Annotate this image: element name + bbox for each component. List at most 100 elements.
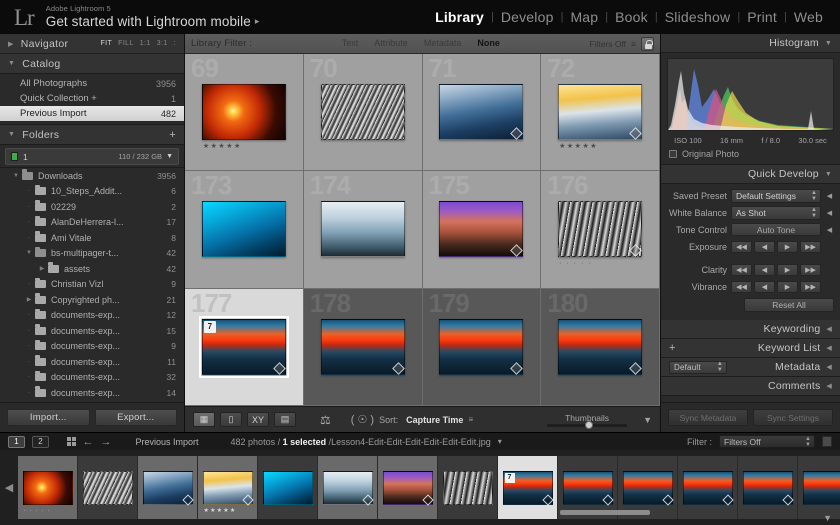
thumbnail-wrapper[interactable]: 7	[202, 319, 286, 375]
thumbnail-wrapper[interactable]: ★★★★★	[558, 84, 642, 140]
import-button[interactable]: Import...	[7, 409, 90, 426]
histogram-disclosure-icon[interactable]: ▼	[825, 40, 832, 47]
clarity-step-3[interactable]: ▶▶	[800, 264, 821, 276]
grid-cell[interactable]: 71	[423, 54, 542, 171]
filmstrip-thumbnail-wrapper[interactable]	[83, 471, 133, 505]
forward-arrow-icon[interactable]: →	[101, 436, 112, 448]
saved-preset-caret-icon[interactable]: ▲▼	[811, 190, 817, 202]
module-web[interactable]: Web	[787, 9, 830, 25]
filmstrip-thumbnail-wrapper[interactable]	[563, 471, 613, 505]
vibrance-step-1[interactable]: ◀	[754, 281, 775, 293]
navigator-zoom-fit[interactable]: FIT	[100, 40, 112, 47]
folder-item-13[interactable]: ·documents-exp...32	[0, 370, 184, 386]
rating-stars[interactable]: ★★★★★	[203, 142, 242, 150]
folder-disclosure-icon[interactable]: ·	[23, 188, 35, 194]
add-folder-button[interactable]: +	[169, 129, 176, 141]
grid-cell[interactable]: 69★★★★★	[185, 54, 304, 171]
iso-value[interactable]: ISO 100	[674, 136, 702, 145]
filter-lock-icon[interactable]	[822, 436, 832, 447]
module-map[interactable]: Map	[563, 9, 605, 25]
folder-item-14[interactable]: ·documents-exp...14	[0, 385, 184, 401]
metadata-header[interactable]: Default▲▼Metadata◀	[661, 358, 840, 377]
keyword-list-header[interactable]: +Keyword List◀	[661, 339, 840, 358]
thumbnail-slider-knob[interactable]	[585, 421, 593, 429]
sync-settings-button[interactable]: Sync Settings	[753, 409, 833, 426]
catalog-disclosure-icon[interactable]: ▼	[8, 60, 15, 67]
thumbnail-wrapper[interactable]	[202, 201, 286, 257]
folder-item-4[interactable]: ·Ami Vitale8	[0, 230, 184, 246]
thumbnail-wrapper[interactable]	[439, 319, 523, 375]
lock-icon[interactable]	[641, 37, 654, 51]
volume-browser-row[interactable]: 1 110 / 232 GB ▼	[5, 148, 179, 165]
page-two-button[interactable]: 2	[32, 436, 49, 448]
module-print[interactable]: Print	[740, 9, 784, 25]
module-slideshow[interactable]: Slideshow	[658, 9, 738, 25]
metadata-preset-select[interactable]: Default▲▼	[669, 361, 727, 374]
keywording-header[interactable]: Keywording◀	[661, 320, 840, 339]
folder-disclosure-icon[interactable]: ·	[23, 328, 35, 334]
filename-caret-icon[interactable]: ▾	[498, 437, 502, 446]
filmstrip-thumbnail-wrapper[interactable]	[323, 471, 373, 505]
grid-view-button[interactable]: ▦	[193, 412, 215, 427]
back-arrow-icon[interactable]: ←	[83, 436, 94, 448]
keywording-disclosure-icon[interactable]: ◀	[826, 325, 832, 333]
filmstrip-thumbnail-wrapper[interactable]: ★★★★★	[203, 471, 253, 505]
shutter-speed-value[interactable]: 30.0 sec	[798, 136, 826, 145]
clarity-step-2[interactable]: ▶	[777, 264, 798, 276]
thumbnail-wrapper[interactable]	[321, 201, 405, 257]
grid-cell[interactable]: 178	[304, 289, 423, 406]
sync-metadata-button[interactable]: Sync Metadata	[668, 409, 748, 426]
filter-tab-metadata[interactable]: Metadata	[416, 38, 470, 48]
metadata-preset-caret-icon[interactable]: ▲▼	[717, 361, 723, 373]
focal-length-value[interactable]: 16 mm	[720, 136, 743, 145]
filmstrip-thumbnail-wrapper[interactable]	[743, 471, 793, 505]
folder-disclosure-icon[interactable]: ·	[23, 374, 35, 380]
export-button[interactable]: Export...	[95, 409, 178, 426]
spray-can-icon[interactable]: ⚖	[320, 413, 331, 427]
filter-tab-attribute[interactable]: Attribute	[366, 38, 416, 48]
catalog-item-1[interactable]: Quick Collection +1	[0, 91, 184, 106]
folder-disclosure-icon[interactable]: ▼	[23, 250, 35, 256]
clarity-step-0[interactable]: ◀◀	[731, 264, 752, 276]
compare-view-button[interactable]: XY	[247, 412, 269, 427]
sort-caret-icon[interactable]: ≡	[468, 415, 473, 424]
catalog-item-2[interactable]: Previous Import482	[0, 106, 184, 121]
navigator-zoom-[interactable]: :	[174, 40, 176, 47]
filter-select[interactable]: Filters Off▲▼	[719, 435, 815, 448]
histogram-header[interactable]: Histogram ▼	[661, 34, 840, 53]
exposure-steppers[interactable]: ◀◀◀▶▶▶	[731, 241, 821, 253]
vibrance-step-3[interactable]: ▶▶	[800, 281, 821, 293]
grid-cell[interactable]: 173	[185, 171, 304, 288]
quick-develop-header[interactable]: Quick Develop ▼	[661, 165, 840, 184]
navigator-disclosure-icon[interactable]: ▶	[8, 40, 14, 48]
folder-item-0[interactable]: ▼Downloads3956	[0, 168, 184, 184]
stack-count-badge[interactable]: 7	[204, 321, 216, 333]
clarity-step-1[interactable]: ◀	[754, 264, 775, 276]
grid-cell[interactable]: 176· · · · ·	[541, 171, 660, 288]
clarity-steppers[interactable]: ◀◀◀▶▶▶	[731, 264, 821, 276]
grid-cell[interactable]: 70	[304, 54, 423, 171]
filmstrip-thumbnail-wrapper[interactable]	[623, 471, 673, 505]
filters-off-caret-icon[interactable]: ≡	[631, 39, 636, 49]
filmstrip-thumbnail-wrapper[interactable]	[263, 471, 313, 505]
folder-item-7[interactable]: ·Christian Vizl9	[0, 277, 184, 293]
folder-disclosure-icon[interactable]: ·	[23, 359, 35, 365]
thumbnail-grid[interactable]: 69★★★★★707172★★★★★173174175176· · · · ·1…	[185, 54, 660, 406]
thumbnail-wrapper[interactable]: · · · · ·	[558, 201, 642, 257]
sort-value[interactable]: Capture Time	[406, 415, 463, 425]
filmstrip-scroll-thumb[interactable]	[560, 510, 650, 515]
thumbnail-wrapper[interactable]	[439, 201, 523, 257]
filmstrip-thumbnail-wrapper[interactable]: 7	[503, 471, 553, 505]
filter-tab-text[interactable]: Text	[334, 38, 367, 48]
folder-item-8[interactable]: ▶Copyrighted ph...21	[0, 292, 184, 308]
saved-preset-arrow-icon[interactable]: ◀	[825, 192, 834, 200]
folder-disclosure-icon[interactable]: ·	[23, 281, 35, 287]
folder-item-5[interactable]: ▼bs-multipager-t...42	[0, 246, 184, 262]
filmstrip-collapse-icon[interactable]: ▼	[823, 513, 832, 523]
filter-caret-icon[interactable]: ▲▼	[805, 436, 811, 448]
toolbar-panel-caret-icon[interactable]: ▼	[643, 415, 652, 425]
grid-cell[interactable]: 72★★★★★	[541, 54, 660, 171]
grid-cell[interactable]: 180	[541, 289, 660, 406]
thumbnail-wrapper[interactable]	[321, 319, 405, 375]
module-develop[interactable]: Develop	[494, 9, 561, 25]
